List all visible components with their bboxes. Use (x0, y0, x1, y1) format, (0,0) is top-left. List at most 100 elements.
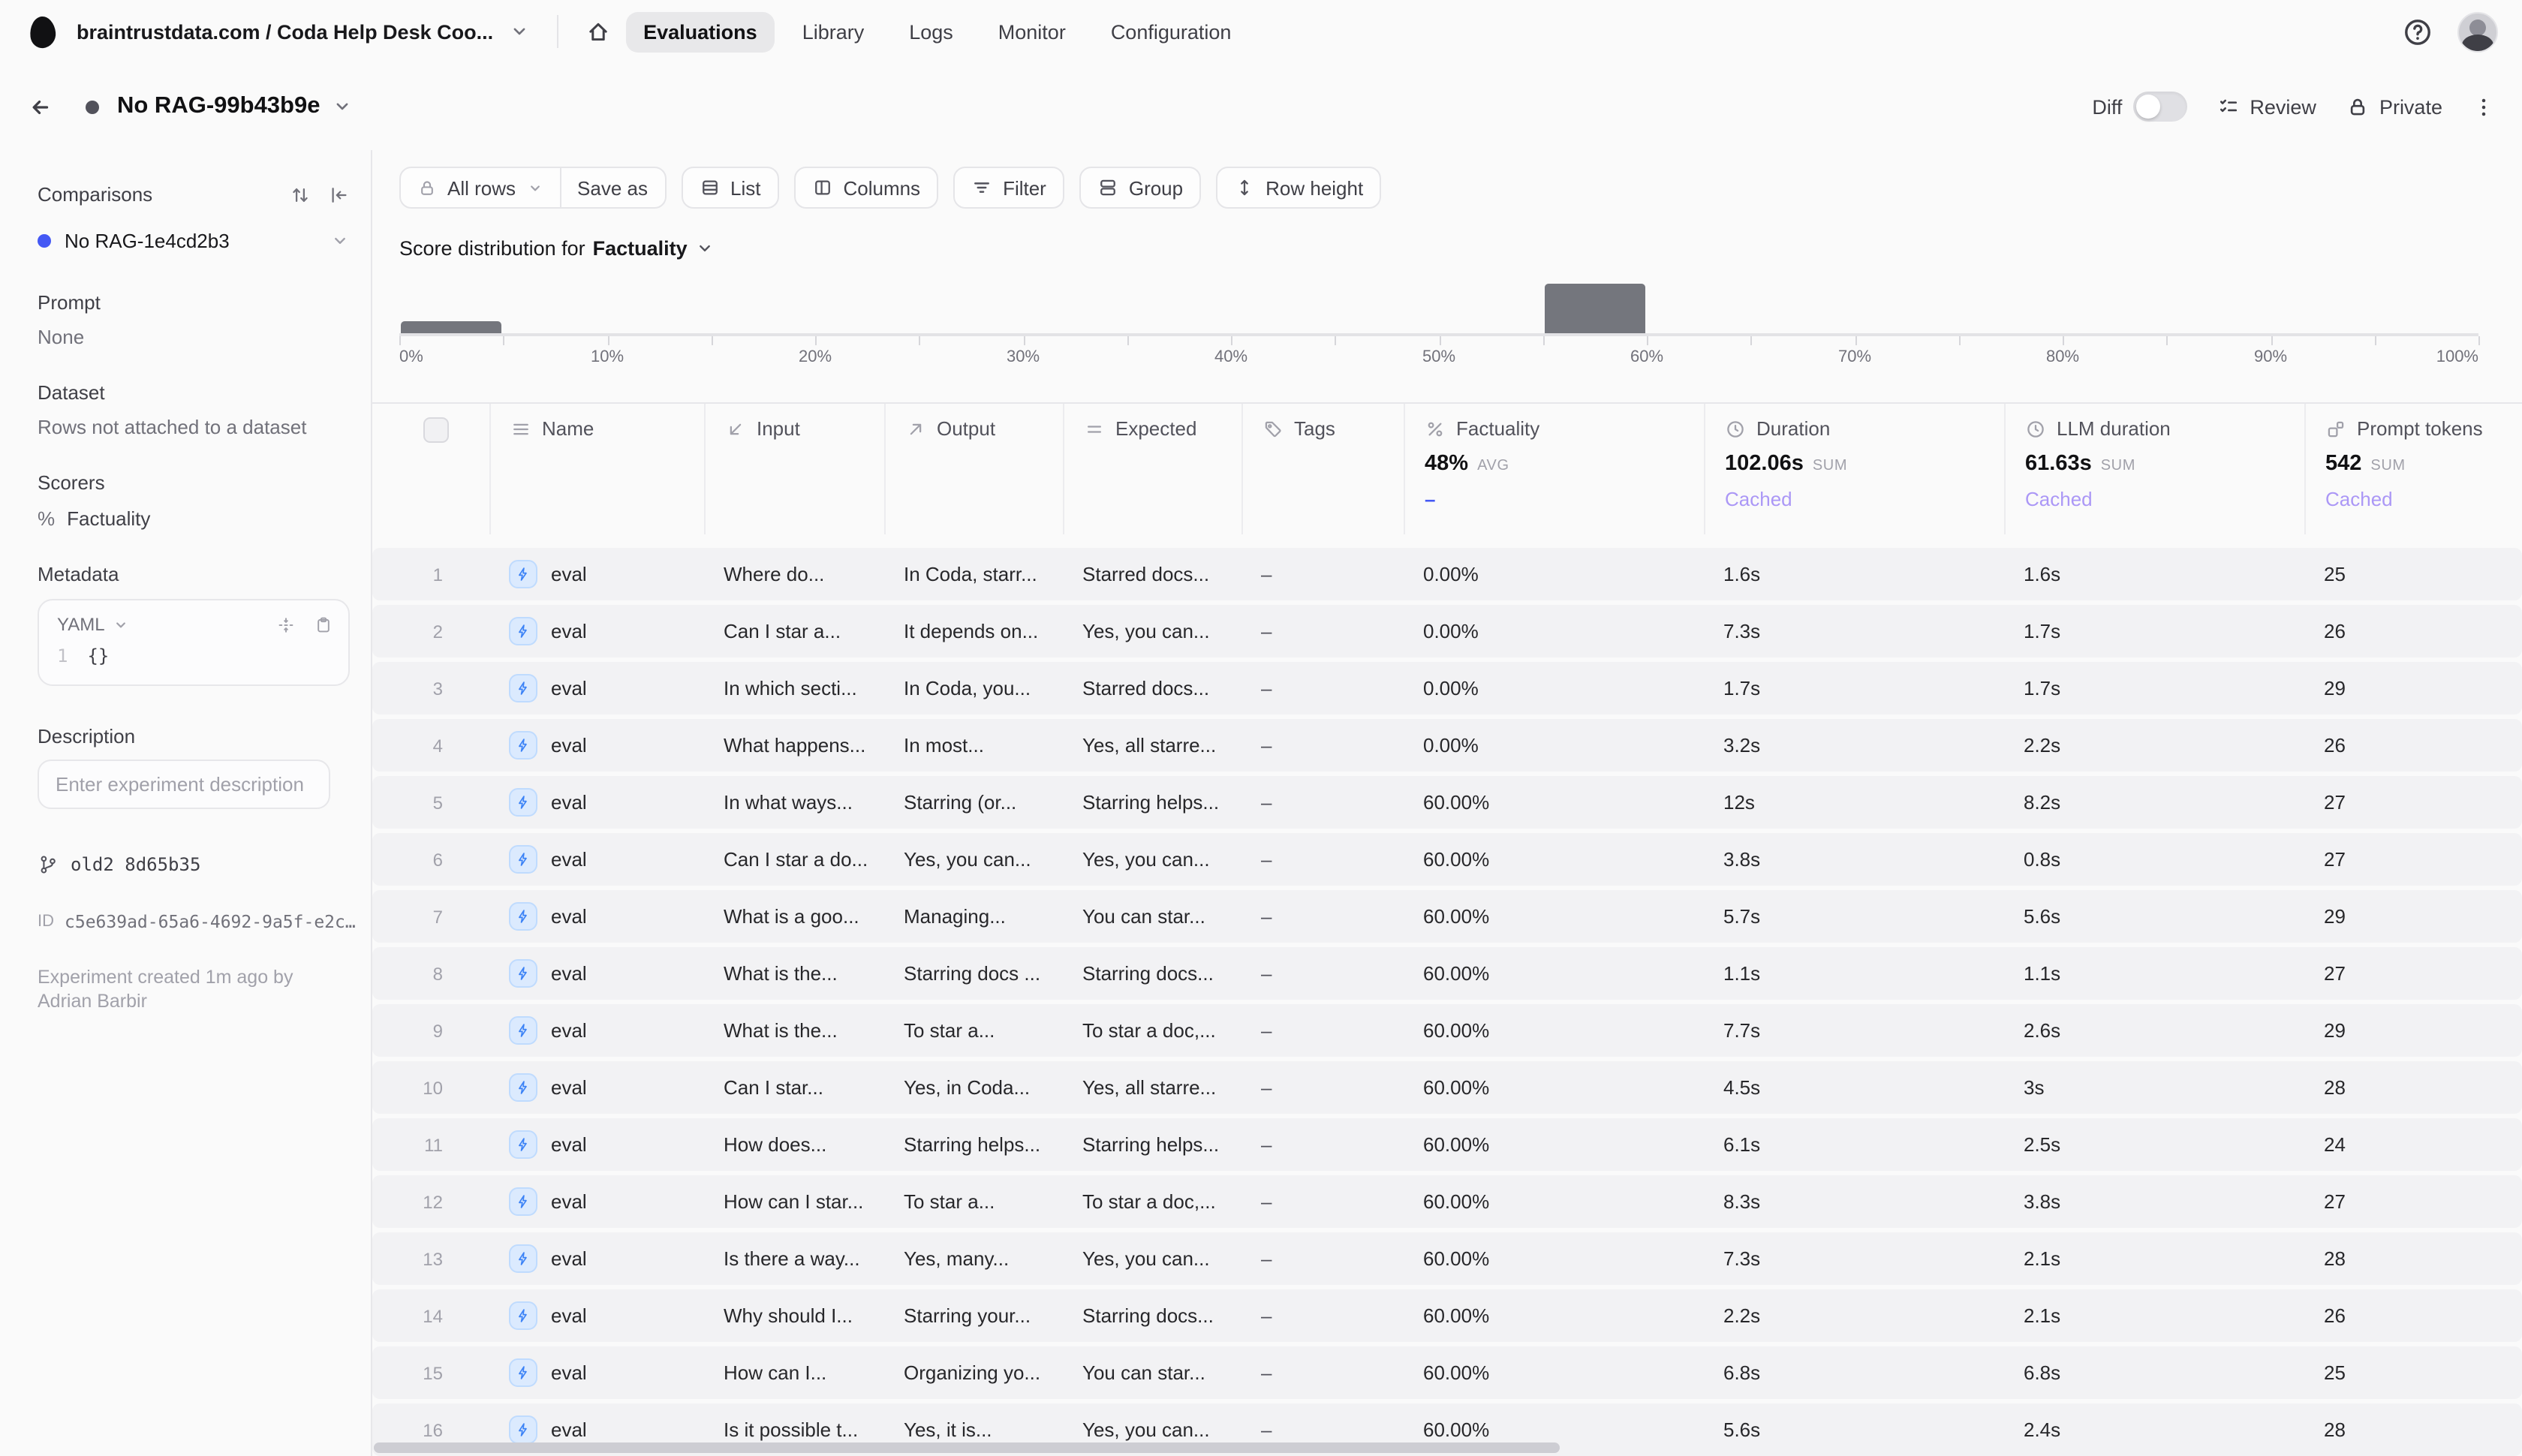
table-row[interactable]: 12evalHow can I star...To star a...To st… (372, 1175, 2522, 1228)
axis-tick (1335, 336, 1337, 345)
group-button[interactable]: Group (1079, 167, 1201, 209)
tab-logs[interactable]: Logs (891, 11, 971, 52)
row-height-button[interactable]: Row height (1216, 167, 1381, 209)
name-cell: eval (489, 674, 704, 702)
output-cell: Starring helps... (884, 1133, 1063, 1156)
tab-evaluations[interactable]: Evaluations (625, 11, 775, 52)
columns-button[interactable]: Columns (793, 167, 938, 209)
home-icon[interactable] (585, 19, 610, 44)
row-number: 4 (372, 735, 443, 756)
output-cell: It depends on... (884, 620, 1063, 642)
column-header-name[interactable]: Name (489, 404, 704, 534)
diff-toggle[interactable] (2132, 92, 2186, 122)
breadcrumb[interactable]: braintrustdata.com / Coda Help Desk Coo.… (77, 20, 493, 43)
git-ref[interactable]: old2 8d65b35 (38, 854, 350, 875)
sort-icon[interactable] (290, 184, 311, 205)
columns-label: Columns (843, 176, 920, 199)
column-header-tags[interactable]: Tags (1241, 404, 1404, 534)
chart-title[interactable]: Score distribution for Factuality (399, 237, 2522, 260)
review-button[interactable]: Review (2217, 95, 2316, 118)
save-as-button[interactable]: Save as (559, 168, 664, 207)
table-row[interactable]: 13evalIs there a way...Yes, many...Yes, … (372, 1232, 2522, 1285)
select-all-checkbox[interactable] (423, 417, 449, 443)
column-header-prompt_tokens[interactable]: Prompt tokens542SUMCached (2304, 404, 2519, 534)
description-input[interactable] (38, 760, 330, 809)
factuality-cell: 60.00% (1404, 848, 1704, 871)
checklist-icon (2217, 95, 2239, 118)
group-icon (1097, 177, 1118, 198)
tab-library[interactable]: Library (784, 11, 883, 52)
user-avatar[interactable] (2457, 11, 2498, 52)
column-label: Factuality (1456, 417, 1539, 440)
column-header-expected[interactable]: Expected (1063, 404, 1241, 534)
columns-icon (811, 177, 832, 198)
rows-scope-split-button: All rows Save as (399, 167, 666, 209)
aggregate-type: AVG (1477, 458, 1509, 474)
help-icon[interactable] (2402, 16, 2433, 47)
clipboard-icon[interactable] (314, 615, 333, 634)
table-row[interactable]: 2evalCan I star a...It depends on...Yes,… (372, 605, 2522, 657)
lock-icon (2346, 95, 2369, 118)
prompt-tokens-cell: 26 (2304, 1304, 2519, 1327)
histogram-bar[interactable] (401, 321, 502, 334)
back-arrow-icon[interactable] (27, 94, 53, 119)
table-row[interactable]: 14evalWhy should I...Starring your...Sta… (372, 1289, 2522, 1342)
horizontal-scrollbar[interactable] (374, 1442, 1560, 1453)
tab-configuration[interactable]: Configuration (1093, 11, 1250, 52)
output-cell: Starring docs ... (884, 962, 1063, 985)
aggregate-value: 102.06s (1725, 452, 1804, 476)
list-view-button[interactable]: List (681, 167, 778, 209)
axis-tick (1751, 336, 1753, 345)
name-value: eval (551, 848, 587, 871)
tags-cell: – (1241, 962, 1404, 985)
input-cell: What is a goo... (704, 905, 884, 928)
table-row[interactable]: 10evalCan I star...Yes, in Coda...Yes, a… (372, 1061, 2522, 1114)
chevron-down-icon[interactable] (332, 96, 353, 117)
column-header-output[interactable]: Output (884, 404, 1063, 534)
fit-content-icon[interactable] (276, 615, 296, 634)
yaml-mode-select[interactable]: YAML (57, 614, 105, 635)
table-row[interactable]: 9evalWhat is the...To star a...To star a… (372, 1004, 2522, 1057)
histogram-bar[interactable] (1545, 284, 1646, 333)
filter-button[interactable]: Filter (953, 167, 1064, 209)
comparison-item[interactable]: No RAG-1e4cd2b3 (38, 230, 350, 252)
scorer-item[interactable]: % Factuality (38, 507, 350, 530)
eval-bolt-icon (509, 845, 537, 874)
table-row[interactable]: 6evalCan I star a do...Yes, you can...Ye… (372, 833, 2522, 886)
column-header-llm_duration[interactable]: LLM duration61.63sSUMCached (2004, 404, 2304, 534)
yaml-content[interactable]: {} (87, 645, 109, 666)
table-row[interactable]: 8evalWhat is the...Starring docs ...Star… (372, 947, 2522, 1000)
column-header-input[interactable]: Input (704, 404, 884, 534)
name-cell: eval (489, 1016, 704, 1045)
metadata-editor[interactable]: YAML 1 {} (38, 599, 350, 686)
table-row[interactable]: 4evalWhat happens...In most...Yes, all s… (372, 719, 2522, 772)
column-label: Name (542, 417, 594, 440)
table-rows: 1evalWhere do...In Coda, starr...Starred… (372, 548, 2522, 1456)
private-button[interactable]: Private (2346, 95, 2442, 118)
experiment-id[interactable]: ID c5e639ad-65a6-4692-9a5f-e2c… (38, 911, 350, 932)
kebab-menu-icon[interactable] (2472, 95, 2495, 118)
tab-monitor[interactable]: Monitor (980, 11, 1084, 52)
llm-duration-cell: 2.2s (2004, 734, 2304, 757)
row-number: 6 (372, 849, 443, 870)
tags-cell: – (1241, 1418, 1404, 1441)
chevron-down-icon[interactable] (330, 231, 350, 251)
braintrust-logo-icon[interactable] (29, 14, 57, 48)
percent-icon (1425, 418, 1446, 439)
table-row[interactable]: 1evalWhere do...In Coda, starr...Starred… (372, 548, 2522, 600)
column-header-factuality[interactable]: Factuality48%AVG– (1404, 404, 1704, 534)
name-value: eval (551, 1304, 587, 1327)
column-header-duration[interactable]: Duration102.06sSUMCached (1704, 404, 2004, 534)
table-row[interactable]: 7evalWhat is a goo...Managing...You can … (372, 890, 2522, 943)
all-rows-button[interactable]: All rows (401, 168, 559, 207)
chevron-down-icon[interactable] (113, 616, 129, 633)
table-toolbar: All rows Save as List (399, 167, 2522, 209)
table-row[interactable]: 15evalHow can I...Organizing yo...You ca… (372, 1346, 2522, 1399)
chevron-down-icon[interactable] (508, 21, 529, 42)
axis-tick (712, 336, 713, 345)
name-cell: eval (489, 1073, 704, 1102)
table-row[interactable]: 5evalIn what ways...Starring (or...Starr… (372, 776, 2522, 829)
table-row[interactable]: 11evalHow does...Starring helps...Starri… (372, 1118, 2522, 1171)
table-row[interactable]: 3evalIn which secti...In Coda, you...Sta… (372, 662, 2522, 714)
collapse-sidebar-icon[interactable] (329, 184, 350, 205)
